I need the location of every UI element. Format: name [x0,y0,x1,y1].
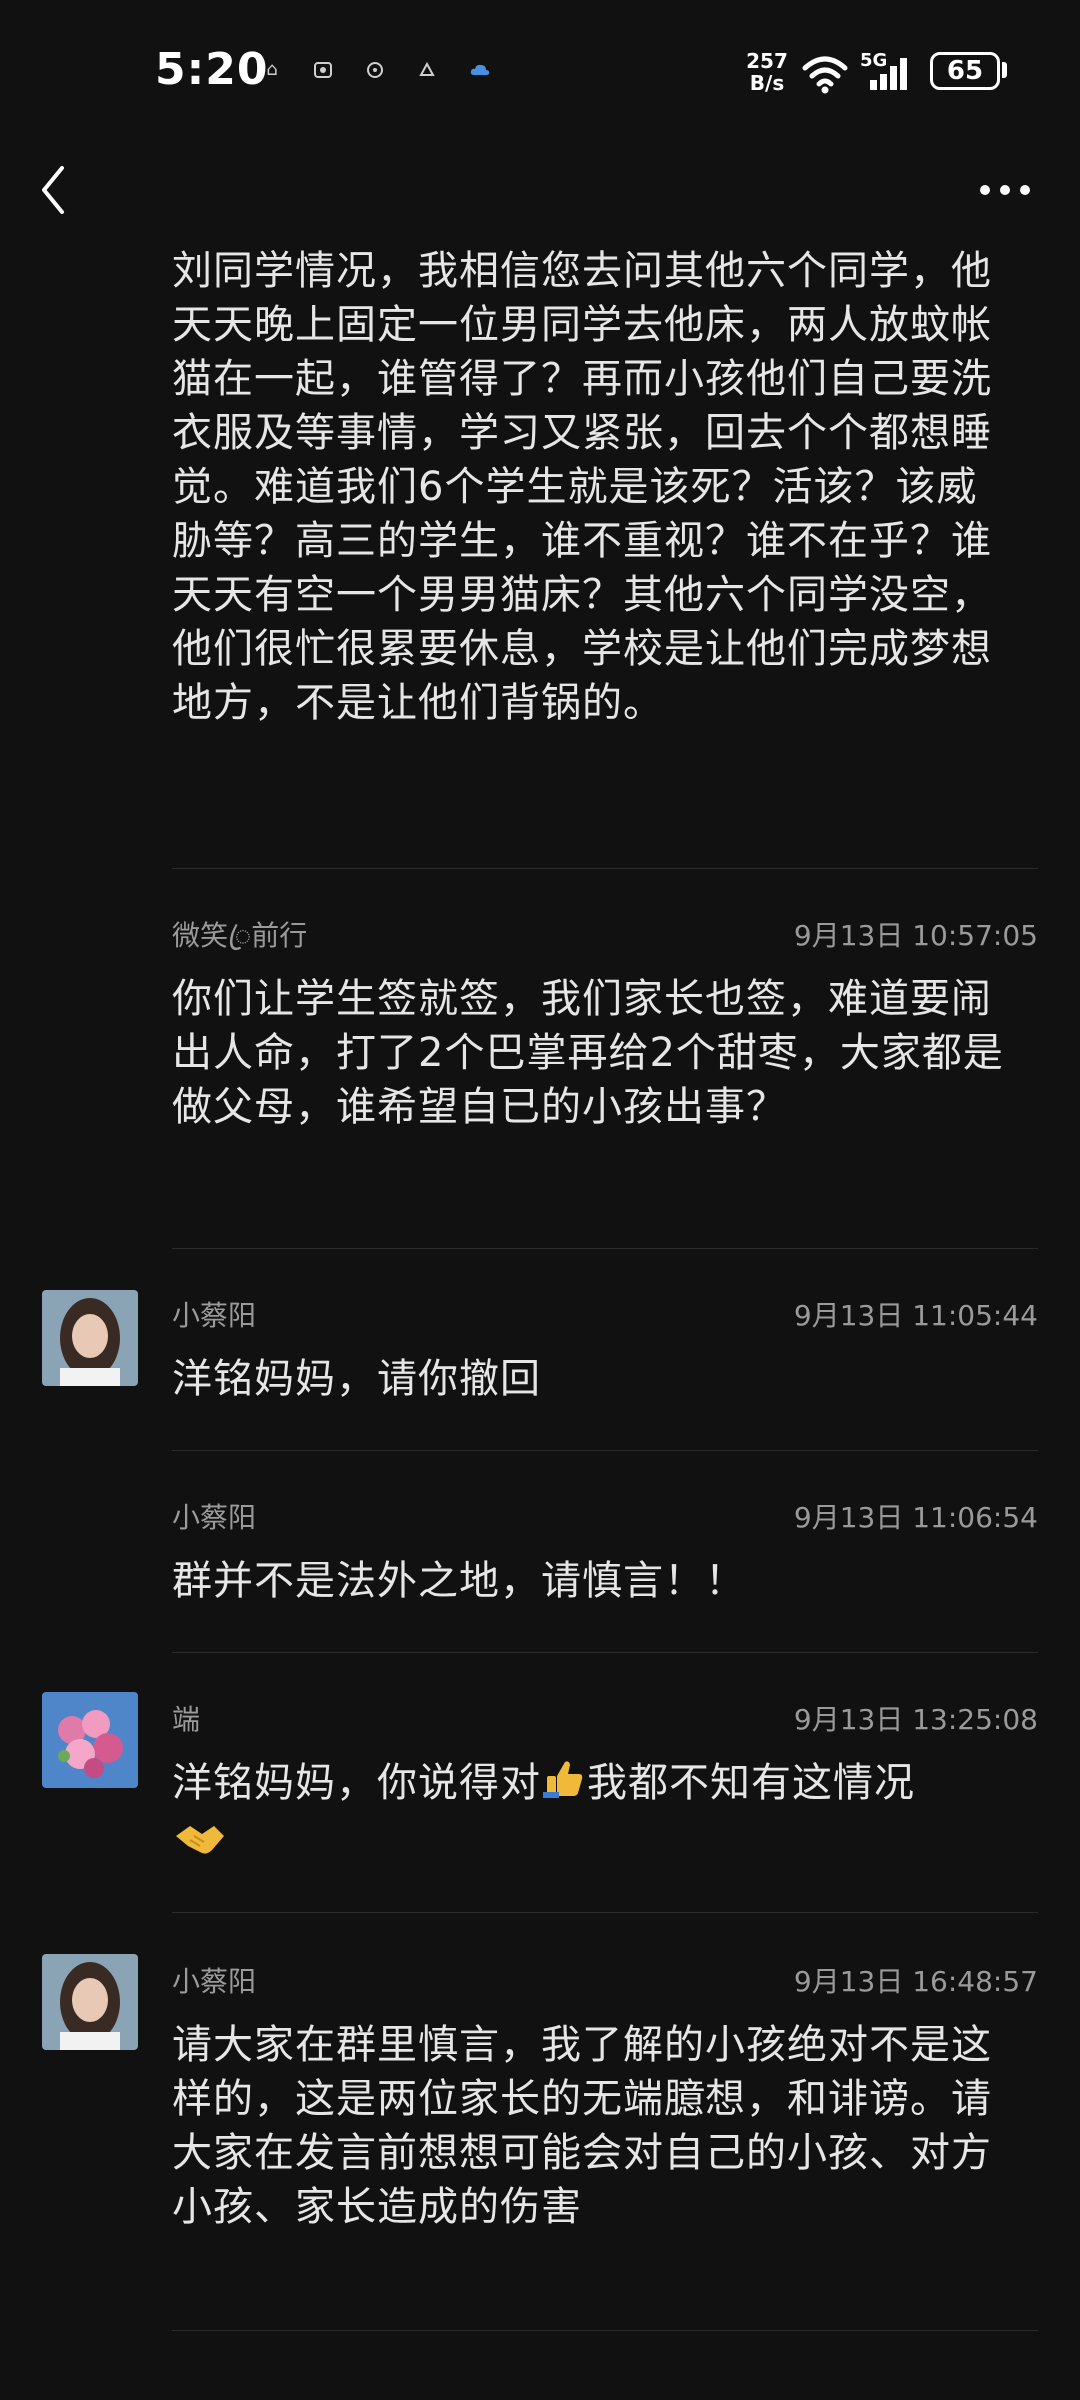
message-text-part: 洋铭妈妈，你说得对 [172,1760,541,1806]
cloud-icon [469,60,490,80]
message-text: 你们让学生签就签，我们家长也签，难道要闹出人命，打了2个巴掌再给2个甜枣，大家都… [172,976,1004,1130]
status-time: 5:20 [155,44,269,95]
app-icon [417,60,437,80]
battery-tip [1002,62,1007,78]
sender-name[interactable]: 小蔡阳 [172,1496,256,1536]
handshake-icon [172,1816,228,1876]
chevron-left-icon [42,166,64,214]
sender-name[interactable]: 小蔡阳 [172,1960,256,2000]
message-timestamp: 9月13日 11:05:44 [793,1299,1038,1332]
divider [172,868,1038,869]
home-icon: ⌂ [266,59,278,80]
message-timestamp: 9月13日 10:57:05 [793,919,1038,952]
avatar[interactable] [42,1692,138,1788]
message-text: 刘同学情况，我相信您去问其他六个同学，他天天晚上固定一位男同学去他床，两人放蚊帐… [172,248,992,726]
message-text-part: 我都不知有这情况 [587,1760,915,1806]
status-bar: 5:20 ⌂ 257 B/s 5G 65 [0,0,1080,150]
divider [172,2330,1038,2331]
message-timestamp: 9月13日 16:48:57 [793,1965,1038,1998]
gallery-icon [313,60,333,80]
battery-indicator: 65 [930,52,1000,90]
network-speed: 257 B/s [746,49,788,95]
message-timestamp: 9月13日 13:25:08 [793,1703,1038,1736]
message-timestamp: 9月13日 11:06:54 [793,1501,1038,1534]
message-text: 洋铭妈妈，请你撤回 [172,1356,541,1402]
back-button[interactable] [30,160,80,220]
more-dots-icon [980,185,1030,195]
divider [172,1652,1038,1653]
sender-name[interactable]: 微笑ꦿ前行 [172,914,307,971]
app-icon [365,60,385,80]
divider [172,1248,1038,1249]
avatar[interactable] [42,1954,138,2050]
message-text: 群并不是法外之地，请慎言！！ [172,1558,746,1604]
thumbs-up-icon [541,1756,587,1816]
divider [172,1450,1038,1451]
divider [172,1912,1038,1913]
more-options-button[interactable] [975,170,1035,210]
sender-name[interactable]: 小蔡阳 [172,1294,256,1334]
message-text: 洋铭妈妈，你说得对 我都不知有这情况 [172,1756,1012,1876]
message-text: 请大家在群里慎言，我了解的小孩绝对不是这样的，这是两位家长的无端臆想，和诽谤。请… [172,2022,992,2230]
avatar[interactable] [42,1290,138,1386]
sender-name[interactable]: 端 [172,1698,200,1738]
wifi-icon [800,54,850,98]
